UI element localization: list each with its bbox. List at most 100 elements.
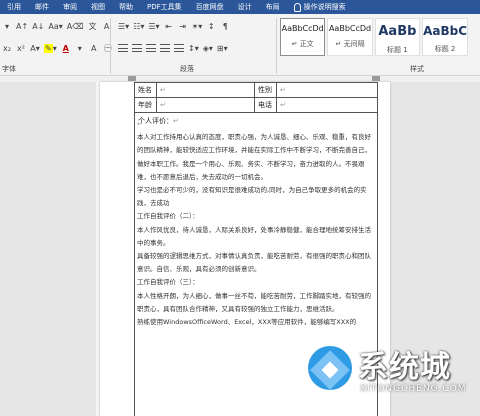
tab-mailings[interactable]: 邮件 <box>28 0 56 14</box>
paragraph-tools-row2: ↕▾ ◈▾ ⊞▾ <box>118 42 228 54</box>
style-no-spacing[interactable]: AaBbCcDd ↵ 无间隔 <box>327 18 373 56</box>
ribbon: ▾ A↑ A↓ Aa▾ A⌫ 文 A x₂ x² A▾ ✎ ▾ A ▾ A ㊀ 字… <box>0 14 480 76</box>
tab-references[interactable]: 引用 <box>0 0 28 14</box>
age-label: 年龄 <box>138 101 152 109</box>
section-heading: 工作自我评价（三）： <box>137 278 199 287</box>
style-sample: AaBbCcDd <box>328 24 372 33</box>
divider <box>276 18 277 74</box>
cell-marker-icon: ↵ <box>280 86 286 94</box>
highlight-icon[interactable]: ✎ ▾ <box>44 42 57 54</box>
multilevel-list-icon[interactable]: ☰▾ <box>148 20 159 32</box>
cell-marker-icon: ↵ <box>160 101 166 109</box>
style-heading-2[interactable]: AaBbC 标题 2 <box>422 18 469 56</box>
font-group-label: 字体 <box>2 65 16 73</box>
align-right-icon[interactable] <box>146 42 156 54</box>
lightbulb-icon <box>293 2 301 12</box>
font-color-dropdown-icon[interactable]: ▾ <box>75 42 85 54</box>
paragraph-group-label: 段落 <box>180 65 194 73</box>
name-value-cell[interactable]: ↵ <box>156 82 255 98</box>
table-row: 年龄 ↵ 电话 ↵ <box>134 97 378 113</box>
shading-icon[interactable]: A <box>89 42 99 54</box>
font-color-icon[interactable]: A <box>61 42 71 54</box>
tab-review[interactable]: 审阅 <box>56 0 84 14</box>
right-indent-marker[interactable] <box>372 76 380 81</box>
watermark-title: 系统城 <box>358 350 451 385</box>
justify-icon[interactable] <box>160 42 170 54</box>
tell-me-search[interactable]: 操作说明搜索 <box>287 0 353 14</box>
decrease-indent-icon[interactable]: ⇤ <box>164 20 174 32</box>
watermark-url: XITONGCHENG.COM <box>360 384 467 394</box>
style-normal[interactable]: AaBbCcDd ↵ 正文 <box>280 18 326 56</box>
font-size-field[interactable]: ▾ <box>2 20 12 32</box>
tab-pdf-tools[interactable]: PDF工具集 <box>140 0 189 14</box>
styles-group-label: 样式 <box>410 65 424 73</box>
phone-value-cell[interactable]: ↵ <box>276 97 378 113</box>
tab-baidu-netdisk[interactable]: 百度网盘 <box>189 0 231 14</box>
enclose-char-icon[interactable]: ㊀ <box>103 42 113 54</box>
show-marks-icon[interactable]: ¶ <box>220 20 230 32</box>
tab-layout[interactable]: 布局 <box>259 0 287 14</box>
change-case-icon[interactable]: Aa▾ <box>48 20 62 32</box>
bullets-icon[interactable]: ☰▾ <box>118 20 129 32</box>
paragraph: 本人性格开朗，为人细心，做事一丝不苟，能吃苦耐劳，工作脚踏实地，有较强的职责心，… <box>137 291 371 313</box>
left-indent-marker[interactable] <box>128 76 136 81</box>
chinese-layout-icon[interactable]: ✶▾ <box>192 20 203 32</box>
paragraph-text: 学习也是必不可少的，没有知识是很难成功的,同时，为自己争取更多的机会的实践，去成… <box>137 186 367 208</box>
grow-font-icon[interactable]: A↑ <box>16 20 28 32</box>
style-name: 标题 1 <box>387 46 408 54</box>
align-left-icon[interactable] <box>118 42 128 54</box>
paragraph: 本人作风优良，待人诚恳，人际关系良好，处事冷静稳健，能合理地统筹安排生活中的事务… <box>137 225 371 247</box>
superscript-icon[interactable]: x² <box>16 42 26 54</box>
paragraph-mark-icon: ↵ <box>137 120 143 128</box>
age-label-cell[interactable]: 年龄 <box>134 97 157 113</box>
shading-fill-icon[interactable]: ◈▾ <box>203 42 213 54</box>
phone-label: 电话 <box>258 101 272 109</box>
style-name: 标题 2 <box>434 45 456 53</box>
paragraph: 学习也是必不可少的，没有知识是很难成功的,同时，为自己争取更多的机会的实践，去成… <box>137 184 377 210</box>
increase-indent-icon[interactable]: ⇥ <box>178 20 188 32</box>
divider <box>110 18 111 74</box>
subscript-icon[interactable]: x₂ <box>2 42 12 54</box>
align-center-icon[interactable] <box>132 42 142 54</box>
styles-gallery: AaBbCcDd ↵ 正文 AaBbCcDd ↵ 无间隔 AaBb 标题 1 A… <box>280 18 469 58</box>
style-heading-1[interactable]: AaBb 标题 1 <box>374 18 421 56</box>
text-effects-icon[interactable]: A▾ <box>30 42 40 54</box>
distributed-icon[interactable] <box>174 42 184 54</box>
style-name: ↵ 正文 <box>291 40 314 48</box>
age-value-cell[interactable]: ↵ <box>156 97 255 113</box>
xitongcheng-logo-icon <box>308 346 352 390</box>
tab-design[interactable]: 设计 <box>231 0 259 14</box>
paragraph-tools-row1: ☰▾ ☷▾ ☰▾ ⇤ ⇥ ✶▾ ↕ ¶ <box>118 20 230 32</box>
section-heading: 工作自我评价（二）： <box>137 212 199 221</box>
clear-format-icon[interactable]: A⌫ <box>67 20 84 32</box>
gender-label-cell[interactable]: 性别 <box>254 82 277 98</box>
cell-marker-icon: ↵ <box>280 101 286 109</box>
paragraph: 本人对工作持用心认真的态度，职责心强，为人诚恳、细心、乐观、稳重，有良好的团队精… <box>137 133 371 181</box>
watermark: 系统城 XITONGCHENG.COM <box>308 340 478 404</box>
tell-me-label: 操作说明搜索 <box>303 3 346 11</box>
document-body[interactable]: ↵ 本人对工作持用心认真的态度，职责心强，为人诚恳、细心、乐观、稳重，有良好的团… <box>137 118 377 329</box>
line-spacing-icon[interactable]: ↕▾ <box>188 42 199 54</box>
numbering-icon[interactable]: ☷▾ <box>133 20 144 32</box>
sort-icon[interactable]: ↕ <box>206 20 216 32</box>
phone-label-cell[interactable]: 电话 <box>254 97 277 113</box>
gender-value-cell[interactable]: ↵ <box>276 82 378 98</box>
style-sample: AaBbC <box>423 24 468 38</box>
name-label: 姓名 <box>138 86 152 94</box>
shrink-font-icon[interactable]: A↓ <box>32 20 44 32</box>
tab-help[interactable]: 帮助 <box>112 0 140 14</box>
tab-view[interactable]: 视图 <box>84 0 112 14</box>
style-name: ↵ 无间隔 <box>335 40 365 48</box>
gender-label: 性别 <box>258 86 272 94</box>
style-sample: AaBbCcDd <box>281 24 324 33</box>
name-label-cell[interactable]: 姓名 <box>134 82 157 98</box>
ribbon-tab-bar: 引用 邮件 审阅 视图 帮助 PDF工具集 百度网盘 设计 布局 操作说明搜索 <box>0 0 480 14</box>
paragraph: 具备较强的逻辑思维方式，对事情认真负责，能吃苦耐劳，有很强的职责心和团队意识。自… <box>137 252 371 274</box>
borders-icon[interactable]: ⊞▾ <box>217 42 228 54</box>
phonetic-guide-icon[interactable]: 文 <box>88 20 98 32</box>
font-tools-row2: x₂ x² A▾ ✎ ▾ A ▾ A ㊀ <box>2 42 113 54</box>
font-tools-row1: ▾ A↑ A↓ Aa▾ A⌫ 文 A <box>2 20 112 32</box>
paragraph: 熟练使用WindowsOfficeWord、Excel，XXX等应用软件，能够编… <box>137 318 357 327</box>
style-sample: AaBb <box>378 24 417 39</box>
cell-marker-icon: ↵ <box>160 86 166 94</box>
